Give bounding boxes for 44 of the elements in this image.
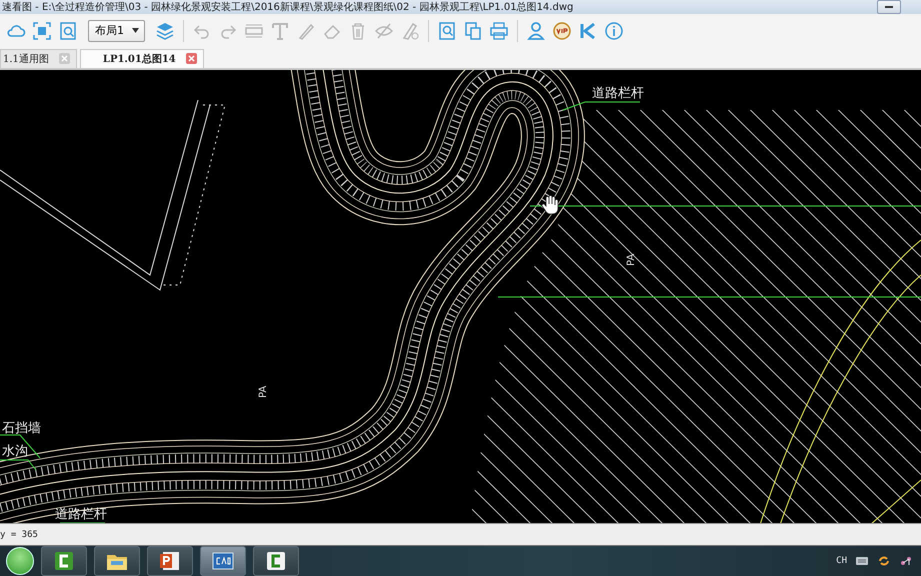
- taskbar-button[interactable]: [94, 546, 140, 576]
- hidden-eye-icon[interactable]: [374, 20, 394, 41]
- coordinate-readout: y = 365: [0, 530, 38, 540]
- taskbar-button[interactable]: [147, 546, 193, 576]
- layers-icon[interactable]: [155, 20, 175, 41]
- taskbar-button[interactable]: [253, 546, 299, 576]
- network-icon[interactable]: [899, 555, 913, 567]
- document-tab[interactable]: 1.1通用图: [0, 48, 77, 68]
- drawing-label: PA: [258, 386, 269, 398]
- print-icon[interactable]: [489, 20, 509, 41]
- drawing-label: 水沟: [2, 444, 28, 459]
- keyboard-icon[interactable]: [855, 555, 869, 567]
- leader-line: [60, 522, 106, 524]
- minimize-icon[interactable]: [884, 5, 894, 9]
- search-icon[interactable]: [437, 20, 457, 41]
- hand-cursor-icon: [542, 194, 558, 214]
- copy-document-icon[interactable]: [463, 20, 483, 41]
- taskbar-button[interactable]: [200, 546, 246, 576]
- close-icon[interactable]: [186, 53, 197, 64]
- pen-settings-icon[interactable]: [400, 20, 420, 41]
- window-title: 速看图 - E:\全过程造价管理\03 - 园林绿化景观安装工程\2016新课程\景观绿化课程图纸\02 - 园林景观工程\LP1.01总图14.dwg: [2, 0, 574, 14]
- minimize-button[interactable]: [877, 0, 901, 14]
- drawing-label: 道路栏杆: [592, 86, 644, 101]
- info-icon[interactable]: [604, 20, 624, 41]
- user-icon[interactable]: [526, 20, 546, 41]
- cad-app-icon: [211, 550, 235, 572]
- camtasia-editor-icon: [264, 550, 288, 572]
- language-indicator[interactable]: CH: [836, 556, 847, 566]
- presentation-icon: [158, 550, 182, 572]
- fit-screen-icon[interactable]: [32, 20, 52, 41]
- k-logo-icon[interactable]: [578, 20, 598, 41]
- caret-icon[interactable]: [132, 28, 139, 34]
- sync-icon[interactable]: [877, 555, 891, 567]
- layout-dropdown[interactable]: 布局1: [88, 20, 145, 42]
- taskbar-button[interactable]: [41, 546, 87, 576]
- document-tab[interactable]: LP1.01总图14: [80, 48, 204, 68]
- camtasia-recorder-icon: [52, 550, 76, 572]
- close-icon[interactable]: [58, 53, 70, 64]
- vip-badge-icon[interactable]: [552, 20, 572, 41]
- start-button[interactable]: [6, 547, 34, 575]
- drawing-label: 石挡墙: [2, 420, 41, 436]
- text-icon[interactable]: [270, 20, 290, 41]
- zoom-document-icon[interactable]: [58, 20, 78, 41]
- drawing-label: PA: [626, 254, 637, 266]
